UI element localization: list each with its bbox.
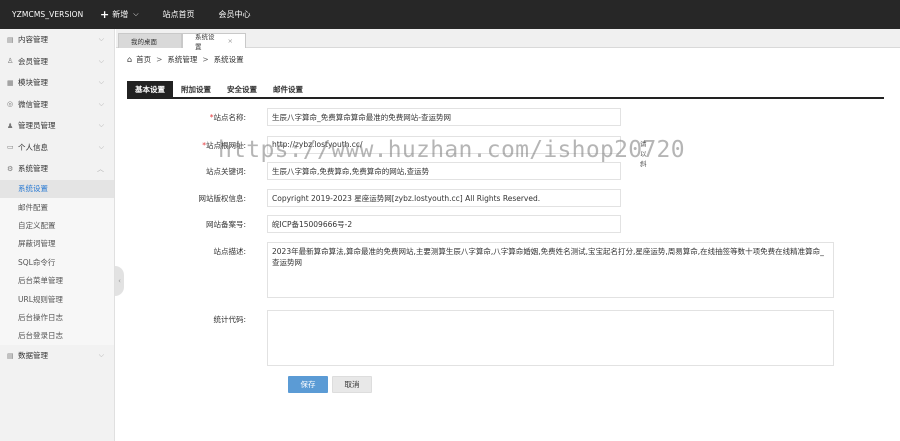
chevron-down-icon: ⌵	[98, 78, 104, 87]
grid-icon: ▦	[7, 78, 14, 87]
tab-system-settings[interactable]: 系统设置 ×	[182, 33, 246, 51]
sidebar-item-label: 数据管理	[18, 351, 48, 361]
top-nav-member-center[interactable]: 会员中心	[207, 0, 263, 29]
chevron-down-icon: ⌵	[98, 142, 104, 151]
chevron-left-icon: ‹	[118, 277, 121, 285]
tab-security-settings[interactable]: 安全设置	[219, 81, 265, 97]
admin-icon: ♟	[7, 121, 14, 130]
save-button[interactable]: 保存	[288, 376, 328, 393]
tab-extra-settings[interactable]: 附加设置	[173, 81, 219, 97]
chevron-down-icon: ⌵	[98, 35, 104, 44]
tab-mail-settings[interactable]: 邮件设置	[265, 81, 311, 97]
chevron-down-icon: ⌵	[98, 121, 104, 130]
sidebar-item-label: 个人信息	[18, 142, 48, 152]
copyright-input[interactable]: Copyright 2019-2023 星座运势网[zybz.lostyouth…	[267, 189, 621, 207]
breadcrumb-separator: >	[202, 54, 209, 64]
sidebar-item-label: 会员管理	[18, 56, 48, 66]
sidebar-subitem-sql-command[interactable]: SQL命令行	[0, 253, 114, 271]
keywords-input[interactable]: 生辰八字算命,免费算命,免费算命的网站,查运势	[267, 162, 621, 180]
sidebar-item-system[interactable]: ⚙ 系统管理 ︿	[0, 158, 114, 180]
site-name-input[interactable]: 生辰八字算命_免费算命算命最准的免费网站-查运势网	[267, 108, 621, 126]
sidebar-item-profile[interactable]: ▭ 个人信息 ⌵	[0, 137, 114, 159]
breadcrumb-home[interactable]: 首页	[136, 54, 151, 65]
wechat-icon: ◎	[7, 100, 14, 109]
home-icon: ⌂	[127, 54, 133, 64]
content-icon: ▤	[7, 35, 14, 44]
plus-icon: +	[100, 8, 110, 21]
sidebar-item-label: 模块管理	[18, 78, 48, 88]
site-url-input[interactable]: http://zybz.lostyouth.cc/	[267, 136, 621, 154]
form-row-copyright: 网站版权信息: Copyright 2019-2023 星座运势网[zybz.l…	[127, 189, 621, 207]
chevron-down-icon: ⌵	[133, 10, 139, 18]
sidebar: ▤ 内容管理 ⌵ ♙ 会员管理 ⌵ ▦ 模块管理 ⌵ ◎ 微信管理 ⌵ ♟ 管理…	[0, 29, 115, 441]
sidebar-collapse-handle[interactable]: ‹	[115, 266, 124, 296]
sidebar-subitem-custom-config[interactable]: 自定义配置	[0, 216, 114, 234]
chevron-down-icon: ⌵	[98, 351, 104, 360]
sidebar-subitem-url-rules[interactable]: URL规则管理	[0, 290, 114, 308]
profile-card-icon: ▭	[7, 143, 14, 152]
form-row-icp: 网站备案号: 皖ICP备15009666号-2	[127, 215, 621, 233]
top-nav-site-home[interactable]: 站点首页	[151, 0, 207, 29]
keywords-label: 站点关键词:	[205, 167, 246, 176]
top-nav-add[interactable]: + 新增 ⌵	[88, 0, 151, 29]
user-icon: ♙	[7, 57, 14, 66]
breadcrumb-separator: >	[156, 54, 163, 64]
top-bar: YZMCMS_VERSION + 新增 ⌵ 站点首页 会员中心	[0, 0, 900, 29]
sidebar-subitem-login-log[interactable]: 后台登录日志	[0, 327, 114, 345]
sidebar-item-data[interactable]: ▤ 数据管理 ⌵	[0, 345, 114, 367]
sidebar-subitem-blocked-words[interactable]: 屏蔽词管理	[0, 235, 114, 253]
sidebar-subitem-admin-menu[interactable]: 后台菜单管理	[0, 271, 114, 289]
breadcrumb-current: 系统设置	[213, 54, 244, 64]
stats-label: 统计代码:	[213, 315, 246, 324]
tab-label: 系统设置	[195, 33, 215, 51]
sidebar-subitem-mail-config[interactable]: 邮件配置	[0, 198, 114, 216]
database-icon: ▤	[7, 351, 14, 360]
tab-label: 我的桌面	[131, 38, 157, 46]
sidebar-item-label: 微信管理	[18, 99, 48, 109]
tab-basic-settings[interactable]: 基本设置	[127, 81, 173, 97]
sidebar-item-label: 管理员管理	[18, 121, 56, 131]
sidebar-item-label: 系统管理	[18, 164, 48, 174]
form-row-stats: 统计代码:	[127, 310, 834, 366]
cancel-button[interactable]: 取消	[332, 376, 372, 393]
sidebar-subitem-system-settings[interactable]: 系统设置	[0, 179, 114, 198]
icp-input[interactable]: 皖ICP备15009666号-2	[267, 215, 621, 233]
chevron-down-icon: ⌵	[98, 56, 104, 65]
breadcrumb: ⌂ 首页 > 系统管理 > 系统设置	[127, 53, 244, 65]
sidebar-item-admins[interactable]: ♟ 管理员管理 ⌵	[0, 115, 114, 137]
sidebar-item-members[interactable]: ♙ 会员管理 ⌵	[0, 51, 114, 73]
sidebar-subitem-operation-log[interactable]: 后台操作日志	[0, 308, 114, 326]
site-url-hint: 请以斜	[640, 140, 647, 168]
sidebar-item-content[interactable]: ▤ 内容管理 ⌵	[0, 29, 114, 51]
tab-my-desktop[interactable]: 我的桌面	[118, 33, 182, 48]
sidebar-item-wechat[interactable]: ◎ 微信管理 ⌵	[0, 94, 114, 116]
breadcrumb-system: 系统管理	[167, 54, 198, 64]
brand-logo: YZMCMS_VERSION	[12, 10, 84, 19]
sidebar-item-modules[interactable]: ▦ 模块管理 ⌵	[0, 72, 114, 94]
form-row-site-url: *站点根网址: http://zybz.lostyouth.cc/ 请以斜	[127, 136, 647, 168]
copyright-label: 网站版权信息:	[198, 194, 246, 203]
form-row-description: 站点描述: 2023年最新算命算法,算命最准的免费网站,主要测算生辰八字算命,八…	[127, 242, 834, 298]
form-row-keywords: 站点关键词: 生辰八字算命,免费算命,免费算命的网站,查运势	[127, 162, 621, 180]
site-name-label: *站点名称:	[209, 113, 246, 122]
chevron-down-icon: ⌵	[98, 99, 104, 108]
site-url-label: *站点根网址:	[202, 141, 246, 150]
settings-tabs: 基本设置 附加设置 安全设置 邮件设置	[127, 81, 884, 99]
stats-code-textarea[interactable]	[267, 310, 834, 366]
description-label: 站点描述:	[213, 247, 246, 256]
gear-icon: ⚙	[7, 164, 14, 173]
description-textarea[interactable]: 2023年最新算命算法,算命最准的免费网站,主要测算生辰八字算命,八字算命婚姻,…	[267, 242, 834, 298]
icp-label: 网站备案号:	[205, 220, 246, 229]
top-nav: + 新增 ⌵ 站点首页 会员中心	[88, 0, 263, 29]
tab-bar: 我的桌面 系统设置 ×	[116, 29, 900, 51]
form-row-site-name: *站点名称: 生辰八字算命_免费算命算命最准的免费网站-查运势网	[127, 108, 621, 126]
top-nav-add-label: 新增	[112, 10, 129, 19]
close-icon[interactable]: ×	[228, 37, 233, 45]
system-submenu: 系统设置 邮件配置 自定义配置 屏蔽词管理 SQL命令行 后台菜单管理 URL规…	[0, 179, 114, 346]
sidebar-item-label: 内容管理	[18, 35, 48, 45]
chevron-up-icon: ︿	[97, 164, 104, 173]
